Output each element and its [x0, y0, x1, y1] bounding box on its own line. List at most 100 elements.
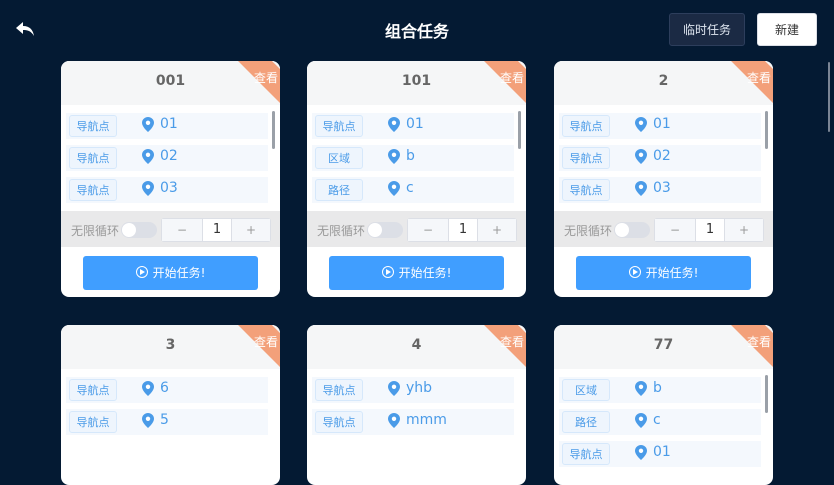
loop-control-bar: 无限循环 −1 +: [61, 211, 280, 247]
location-pin-icon: [388, 181, 402, 197]
view-link[interactable]: 查看: [254, 69, 278, 86]
location-pin-icon: [635, 381, 649, 397]
item-type-tag: 导航点: [69, 411, 117, 433]
item-type-tag: 导航点: [69, 379, 117, 401]
item-type-tag: 导航点: [69, 179, 117, 201]
item-type-tag: 路径: [562, 411, 610, 433]
task-item-row: 导航点 02: [559, 145, 761, 171]
decrement-button[interactable]: −: [162, 219, 202, 241]
item-value: b: [653, 380, 662, 396]
location-pin-icon: [142, 381, 156, 397]
new-button[interactable]: 新建: [757, 13, 817, 46]
item-type-tag: 导航点: [69, 115, 117, 137]
location-pin-icon: [142, 149, 156, 165]
view-link[interactable]: 查看: [254, 333, 278, 350]
task-item-row: 导航点 yhb: [312, 377, 514, 403]
decrement-button[interactable]: −: [655, 219, 695, 241]
infinite-loop-label: 无限循环: [71, 224, 120, 238]
repeat-count-value[interactable]: 1: [202, 219, 232, 241]
task-item-row: 路径 c: [559, 409, 761, 435]
play-circle-icon: [381, 266, 394, 278]
infinite-loop-label: 无限循环: [317, 224, 366, 238]
card-title: 101: [401, 73, 432, 89]
item-type-tag: 导航点: [562, 443, 610, 465]
list-scrollbar[interactable]: [518, 111, 521, 149]
item-type-tag: 导航点: [562, 179, 610, 201]
task-item-row: 导航点 01: [559, 441, 761, 467]
item-type-tag: 路径: [315, 179, 363, 201]
temporary-task-button[interactable]: 临时任务: [669, 13, 745, 46]
task-item-list: 区域 b 路径 c 导航点 01: [554, 375, 773, 473]
switch-knob[interactable]: [122, 223, 136, 237]
task-card: 77 查看区域 b 路径 c 导航点 01: [554, 325, 773, 485]
location-pin-icon: [635, 181, 649, 197]
item-value: 01: [653, 444, 671, 460]
location-pin-icon: [635, 413, 649, 429]
item-value: 01: [160, 116, 178, 132]
task-item-row: 导航点 02: [66, 145, 268, 171]
card-title: 4: [411, 337, 422, 353]
location-pin-icon: [142, 117, 156, 133]
task-item-row: 导航点 01: [559, 113, 761, 139]
item-type-tag: 导航点: [562, 115, 610, 137]
task-item-list: 导航点 01 导航点 02 导航点 03: [554, 111, 773, 209]
task-item-list: 导航点 yhb 导航点 mmm: [307, 375, 526, 473]
switch-knob[interactable]: [615, 223, 629, 237]
task-item-row: 区域 b: [312, 145, 514, 171]
list-scrollbar[interactable]: [765, 111, 768, 149]
repeat-count-stepper[interactable]: −1 +: [407, 218, 517, 242]
repeat-count-value[interactable]: 1: [448, 219, 478, 241]
item-value: 02: [160, 148, 178, 164]
repeat-count-stepper[interactable]: −1 +: [161, 218, 271, 242]
location-pin-icon: [635, 445, 649, 461]
location-pin-icon: [635, 149, 649, 165]
card-title: 77: [653, 337, 674, 353]
location-pin-icon: [388, 117, 402, 133]
repeat-count-stepper[interactable]: −1 +: [654, 218, 764, 242]
start-task-button[interactable]: 开始任务!: [83, 256, 258, 290]
location-pin-icon: [388, 149, 402, 165]
view-link[interactable]: 查看: [500, 333, 524, 350]
switch-knob[interactable]: [368, 223, 382, 237]
increment-button[interactable]: +: [478, 219, 516, 241]
start-task-button[interactable]: 开始任务!: [329, 256, 504, 290]
task-card: 101 查看 导航点 01 区域 b 路径 c 无限循环 −1 + 开始任务!: [307, 61, 526, 297]
item-value: 02: [653, 148, 671, 164]
infinite-loop-label: 无限循环: [564, 224, 613, 238]
increment-button[interactable]: +: [232, 219, 270, 241]
item-type-tag: 区域: [315, 147, 363, 169]
view-link[interactable]: 查看: [500, 69, 524, 86]
task-card: 2 查看 导航点 01 导航点 02 导航点 03 无限循环 −1 + 开始任务!: [554, 61, 773, 297]
item-value: yhb: [406, 380, 433, 396]
item-value: 01: [406, 116, 424, 132]
view-link[interactable]: 查看: [747, 69, 771, 86]
decrement-button[interactable]: −: [408, 219, 448, 241]
task-item-row: 导航点 mmm: [312, 409, 514, 435]
task-item-list: 导航点 01 区域 b 路径 c: [307, 111, 526, 209]
view-link[interactable]: 查看: [747, 333, 771, 350]
increment-button[interactable]: +: [725, 219, 763, 241]
start-task-label: 开始任务!: [152, 266, 206, 280]
item-value: c: [653, 412, 661, 428]
task-item-row: 导航点 6: [66, 377, 268, 403]
item-type-tag: 导航点: [315, 411, 363, 433]
start-task-button[interactable]: 开始任务!: [576, 256, 751, 290]
list-scrollbar[interactable]: [765, 375, 768, 413]
task-item-row: 导航点 01: [312, 113, 514, 139]
page-scrollbar[interactable]: [828, 62, 830, 132]
repeat-count-value[interactable]: 1: [695, 219, 725, 241]
loop-control-bar: 无限循环 −1 +: [307, 211, 526, 247]
item-type-tag: 区域: [562, 379, 610, 401]
task-item-row: 导航点 03: [559, 177, 761, 203]
task-item-list: 导航点 01 导航点 02 导航点 03: [61, 111, 280, 209]
list-scrollbar[interactable]: [272, 111, 275, 149]
task-item-row: 导航点 01: [66, 113, 268, 139]
task-item-list: 导航点 6 导航点 5: [61, 375, 280, 473]
item-type-tag: 导航点: [315, 379, 363, 401]
task-item-row: 路径 c: [312, 177, 514, 203]
play-circle-icon: [628, 266, 641, 278]
item-value: 03: [653, 180, 671, 196]
card-title: 001: [155, 73, 186, 89]
task-item-row: 区域 b: [559, 377, 761, 403]
item-value: 03: [160, 180, 178, 196]
